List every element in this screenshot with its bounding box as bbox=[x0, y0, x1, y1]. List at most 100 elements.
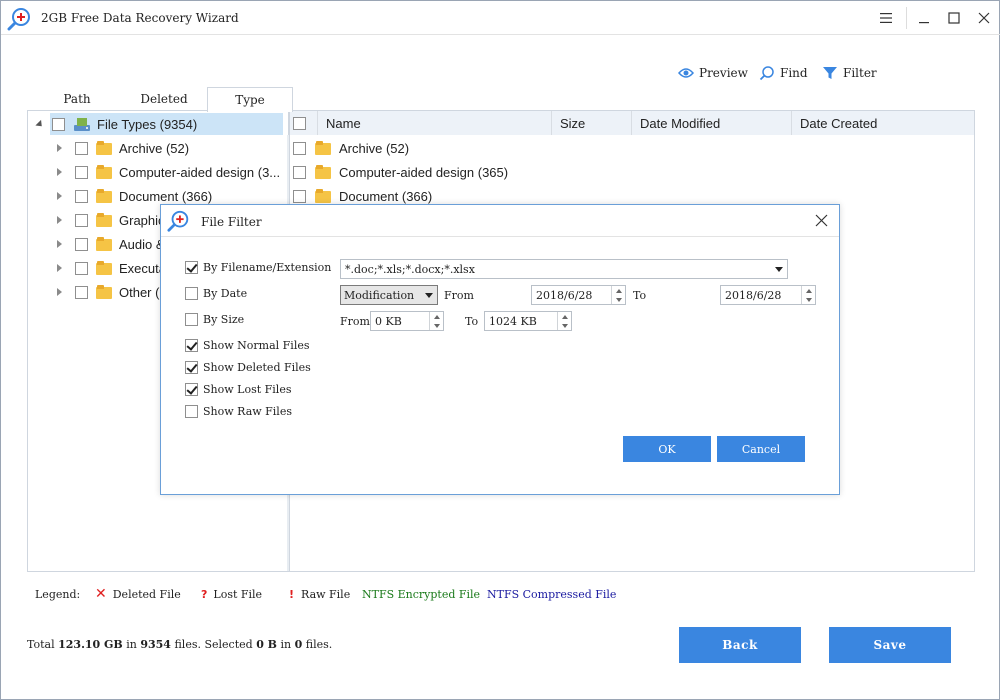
tree-root-label: File Types (9354) bbox=[97, 116, 198, 132]
tree-item-checkbox[interactable] bbox=[75, 141, 88, 155]
dialog-title: File Filter bbox=[201, 215, 262, 229]
by-filename-checkbox[interactable] bbox=[185, 260, 198, 274]
date-to-value: 2018/6/28 bbox=[725, 288, 782, 302]
row-checkbox[interactable] bbox=[293, 165, 306, 179]
show-raw-checkbox[interactable] bbox=[185, 404, 198, 418]
expand-right-icon[interactable] bbox=[57, 144, 62, 152]
folder-icon bbox=[315, 165, 331, 179]
tree-item-checkbox[interactable] bbox=[75, 189, 88, 203]
by-date-option[interactable]: By Date bbox=[185, 285, 247, 301]
minimize-button[interactable] bbox=[907, 1, 941, 35]
tree-item-checkbox[interactable] bbox=[75, 213, 88, 227]
tree-root-row[interactable]: File Types (9354) bbox=[28, 112, 286, 136]
legend-label: Legend: bbox=[35, 587, 81, 601]
tree-item[interactable]: Computer-aided design (3... bbox=[28, 160, 286, 184]
show-raw-label: Show Raw Files bbox=[203, 404, 292, 418]
tree-item-checkbox[interactable] bbox=[75, 237, 88, 251]
date-to-field[interactable]: 2018/6/28 bbox=[720, 285, 816, 305]
expand-right-icon[interactable] bbox=[57, 240, 62, 248]
dropdown-arrow-icon[interactable] bbox=[775, 267, 783, 272]
by-filename-option[interactable]: By Filename/Extension bbox=[185, 259, 331, 275]
tree-item[interactable]: Archive (52) bbox=[28, 136, 286, 160]
tree-root-highlight: File Types (9354) bbox=[50, 113, 283, 135]
tab-path[interactable]: Path bbox=[41, 87, 113, 111]
legend-compressed-label: NTFS Compressed File bbox=[487, 587, 617, 601]
close-button[interactable] bbox=[967, 1, 1000, 35]
show-lost-checkbox[interactable] bbox=[185, 382, 198, 396]
column-name[interactable]: Name bbox=[318, 111, 552, 135]
by-date-checkbox[interactable] bbox=[185, 286, 198, 300]
summary-in-1: in bbox=[126, 638, 137, 651]
maximize-button[interactable] bbox=[937, 1, 971, 35]
show-raw-option[interactable]: Show Raw Files bbox=[185, 403, 292, 419]
expand-right-icon[interactable] bbox=[57, 192, 62, 200]
dropdown-arrow-icon bbox=[425, 293, 433, 298]
expand-right-icon[interactable] bbox=[57, 216, 62, 224]
show-lost-option[interactable]: Show Lost Files bbox=[185, 381, 291, 397]
column-date-modified[interactable]: Date Modified bbox=[632, 111, 792, 135]
size-to-field[interactable]: 1024 KB bbox=[484, 311, 572, 331]
tab-type[interactable]: Type bbox=[207, 87, 293, 112]
dialog-close-button[interactable] bbox=[815, 214, 828, 230]
show-deleted-label: Show Deleted Files bbox=[203, 360, 311, 374]
date-from-field[interactable]: 2018/6/28 bbox=[531, 285, 626, 305]
summary-selected-size: 0 B bbox=[256, 638, 277, 651]
show-normal-checkbox[interactable] bbox=[185, 338, 198, 352]
show-normal-label: Show Normal Files bbox=[203, 338, 310, 352]
expand-down-icon[interactable] bbox=[35, 119, 45, 129]
tree-item-checkbox[interactable] bbox=[75, 285, 88, 299]
cancel-button[interactable]: Cancel bbox=[717, 436, 805, 462]
filter-button[interactable]: Filter bbox=[822, 63, 877, 83]
find-button[interactable]: Find bbox=[759, 63, 808, 83]
tree-item-checkbox[interactable] bbox=[75, 261, 88, 275]
show-normal-option[interactable]: Show Normal Files bbox=[185, 337, 310, 353]
raw-exclamation-icon: ! bbox=[289, 587, 295, 601]
table-row[interactable]: Archive (52) bbox=[290, 136, 974, 160]
summary-files-end: files. bbox=[305, 638, 333, 651]
summary-selected-files: 0 bbox=[294, 638, 303, 651]
ok-button[interactable]: OK bbox=[623, 436, 711, 462]
column-date-created[interactable]: Date Created bbox=[792, 111, 974, 135]
expand-right-icon[interactable] bbox=[57, 288, 62, 296]
row-checkbox[interactable] bbox=[293, 141, 306, 155]
maximize-icon bbox=[948, 12, 960, 24]
tree-item-label: Audio & bbox=[119, 236, 165, 252]
expand-right-icon[interactable] bbox=[57, 168, 62, 176]
table-row[interactable]: Computer-aided design (365) bbox=[290, 160, 974, 184]
size-from-spinner[interactable] bbox=[429, 312, 443, 330]
date-mode-select[interactable]: Modification bbox=[340, 285, 438, 305]
tree-item-checkbox[interactable] bbox=[75, 165, 88, 179]
back-button[interactable]: Back bbox=[679, 627, 801, 663]
size-to-spinner[interactable] bbox=[557, 312, 571, 330]
date-to-spinner[interactable] bbox=[801, 286, 815, 304]
show-deleted-checkbox[interactable] bbox=[185, 360, 198, 374]
summary-total-files: 9354 bbox=[140, 638, 171, 651]
date-from-spinner[interactable] bbox=[611, 286, 625, 304]
filename-extension-combo[interactable]: *.doc;*.xls;*.docx;*.xlsx bbox=[340, 259, 788, 279]
save-button[interactable]: Save bbox=[829, 627, 951, 663]
by-date-label: By Date bbox=[203, 286, 248, 300]
funnel-icon bbox=[823, 67, 837, 79]
size-to-label: To bbox=[465, 314, 479, 328]
find-label: Find bbox=[780, 66, 808, 80]
size-from-value: 0 KB bbox=[375, 314, 402, 328]
size-from-field[interactable]: 0 KB bbox=[370, 311, 444, 331]
by-size-option[interactable]: By Size bbox=[185, 311, 244, 327]
summary-total-prefix: Total bbox=[27, 638, 55, 651]
preview-button[interactable]: Preview bbox=[678, 63, 748, 83]
menu-button[interactable] bbox=[869, 1, 903, 35]
size-from-label: From bbox=[340, 314, 370, 328]
filter-label: Filter bbox=[843, 66, 877, 80]
dialog-logo-icon bbox=[167, 210, 189, 232]
column-size[interactable]: Size bbox=[552, 111, 632, 135]
tree-root-checkbox[interactable] bbox=[52, 117, 65, 131]
expand-right-icon[interactable] bbox=[57, 264, 62, 272]
row-checkbox[interactable] bbox=[293, 189, 306, 203]
tab-deleted[interactable]: Deleted bbox=[125, 87, 203, 111]
by-size-checkbox[interactable] bbox=[185, 312, 198, 326]
folder-icon bbox=[96, 189, 112, 203]
selection-summary: Total 123.10 GB in 9354 files. Selected … bbox=[27, 638, 332, 651]
select-all-checkbox[interactable] bbox=[293, 116, 306, 130]
show-deleted-option[interactable]: Show Deleted Files bbox=[185, 359, 311, 375]
legend-encrypted-label: NTFS Encrypted File bbox=[362, 587, 481, 601]
